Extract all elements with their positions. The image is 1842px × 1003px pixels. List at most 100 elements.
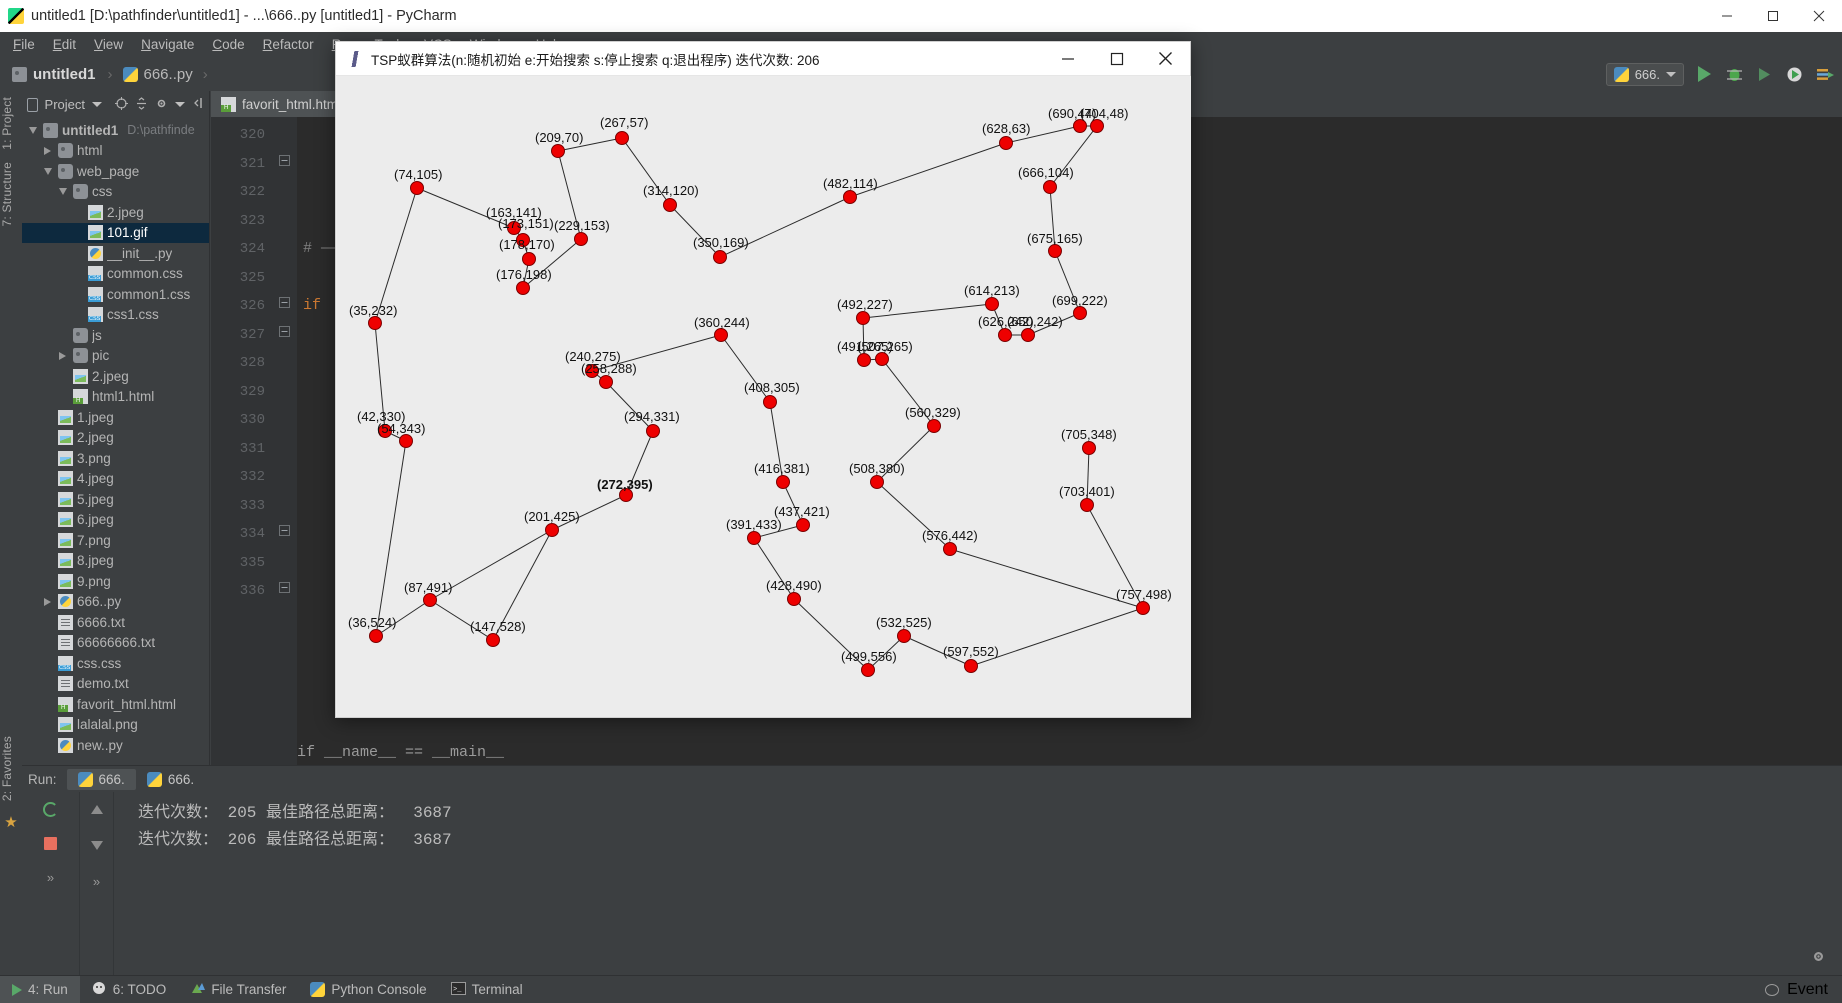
tree-item---init---py[interactable]: __init__.py xyxy=(22,243,209,264)
tree-item-2-jpeg[interactable]: 2.jpeg xyxy=(22,366,209,387)
console-output[interactable]: 迭代次数： 205 最佳路径总距离： 3687 迭代次数： 206 最佳路径总距离… xyxy=(114,792,1842,975)
coverage-icon[interactable] xyxy=(1755,65,1774,84)
tree-item-common1-css[interactable]: common1.css xyxy=(22,284,209,305)
status-item-todo[interactable]: 6: TODO xyxy=(80,976,179,1003)
tree-item-101-gif[interactable]: 101.gif xyxy=(22,222,209,243)
fold-marker[interactable] xyxy=(273,402,297,431)
tree-item-8-jpeg[interactable]: 8.jpeg xyxy=(22,551,209,572)
tree-item-html[interactable]: html xyxy=(22,141,209,162)
tree-item-4-jpeg[interactable]: 4.jpeg xyxy=(22,469,209,490)
project-file-tree[interactable]: untitled1 D:\pathfinde html web_page css 2.jp… xyxy=(22,118,209,756)
tree-item-untitled1[interactable]: untitled1 D:\pathfinde xyxy=(22,120,209,141)
tree-item-2-jpeg[interactable]: 2.jpeg xyxy=(22,428,209,449)
event-log-icon[interactable] xyxy=(1765,983,1780,996)
status-item-python-console[interactable]: Python Console xyxy=(298,976,438,1003)
breadcrumb-project[interactable]: untitled1 xyxy=(0,62,106,87)
editor-fold-column[interactable] xyxy=(273,117,328,765)
status-item-file-transfer[interactable]: File Transfer xyxy=(178,976,298,1003)
tool-window-button-favorites[interactable]: 2: Favorites xyxy=(0,730,14,807)
tsp-canvas[interactable]: (690,44) (704,48) (267,57) (628,63) (209,70)… xyxy=(337,76,1191,717)
collapse-arrow-icon[interactable] xyxy=(56,188,69,196)
tool-window-button-structure[interactable]: 7: Structure xyxy=(0,156,14,232)
tree-item-css-css[interactable]: css.css xyxy=(22,653,209,674)
fold-marker[interactable] xyxy=(273,174,297,203)
rerun-icon[interactable] xyxy=(40,798,62,820)
tree-item-3-png[interactable]: 3.png xyxy=(22,448,209,469)
tree-item-favorit-html-html[interactable]: favorit_html.html xyxy=(22,694,209,715)
menu-item-refactor[interactable]: Refactor xyxy=(254,34,323,55)
chevron-down-icon[interactable] xyxy=(92,102,102,107)
stop-icon[interactable] xyxy=(40,832,62,854)
fold-marker[interactable] xyxy=(273,545,297,574)
tsp-close-button[interactable] xyxy=(1141,42,1190,76)
expand-arrow-icon[interactable] xyxy=(56,351,69,360)
menu-item-edit[interactable]: Edit xyxy=(44,34,85,55)
tree-item-6666-txt[interactable]: 6666.txt xyxy=(22,612,209,633)
status-item-run[interactable]: 4: Run xyxy=(0,975,80,1003)
tree-item-js[interactable]: js xyxy=(22,325,209,346)
tree-item-html1-html[interactable]: html1.html xyxy=(22,387,209,408)
gear-icon[interactable] xyxy=(155,97,168,113)
status-item-terminal[interactable]: >_ Terminal xyxy=(439,976,535,1003)
locate-icon[interactable] xyxy=(115,96,128,113)
run-tab-1[interactable]: 666. xyxy=(136,769,205,790)
fold-marker[interactable] xyxy=(273,459,297,488)
maximize-button[interactable] xyxy=(1750,0,1796,32)
fold-marker[interactable] xyxy=(273,146,297,175)
fold-marker[interactable] xyxy=(273,374,297,403)
tree-item-new--py[interactable]: new..py xyxy=(22,735,209,756)
tree-item-common-css[interactable]: common.css xyxy=(22,264,209,285)
close-button[interactable] xyxy=(1796,0,1842,32)
tree-item-2-jpeg[interactable]: 2.jpeg xyxy=(22,202,209,223)
minimize-button[interactable] xyxy=(1704,0,1750,32)
chevron-down-icon-2[interactable] xyxy=(175,102,185,107)
tree-item-66666666-txt[interactable]: 66666666.txt xyxy=(22,633,209,654)
fold-marker[interactable] xyxy=(273,345,297,374)
run-configuration-selector[interactable]: 666. xyxy=(1605,62,1684,86)
run-icon[interactable] xyxy=(1695,65,1714,84)
debug-icon[interactable] xyxy=(1725,65,1744,84)
collapse-all-icon[interactable] xyxy=(135,96,148,113)
fold-marker[interactable] xyxy=(273,317,297,346)
fold-marker[interactable] xyxy=(273,573,297,602)
run-tab-0[interactable]: 666. xyxy=(66,768,136,790)
tree-item-1-jpeg[interactable]: 1.jpeg xyxy=(22,407,209,428)
fold-marker[interactable] xyxy=(273,431,297,460)
more-actions-icon-2[interactable]: » xyxy=(86,870,108,892)
fold-marker[interactable] xyxy=(273,260,297,289)
tree-item-pic[interactable]: pic xyxy=(22,346,209,367)
tsp-maximize-button[interactable] xyxy=(1092,42,1141,76)
tree-item-6-jpeg[interactable]: 6.jpeg xyxy=(22,510,209,531)
fold-marker[interactable] xyxy=(273,203,297,232)
scroll-up-icon[interactable] xyxy=(86,798,108,820)
tree-item-web-page[interactable]: web_page xyxy=(22,161,209,182)
tree-item-demo-txt[interactable]: demo.txt xyxy=(22,674,209,695)
tool-window-button-project[interactable]: 1: Project xyxy=(0,91,14,156)
fold-marker[interactable] xyxy=(273,488,297,517)
settings-gear-icon[interactable] xyxy=(1811,949,1826,969)
menu-item-file[interactable]: File xyxy=(4,34,44,55)
menu-item-code[interactable]: Code xyxy=(203,34,253,55)
scroll-down-icon[interactable] xyxy=(86,834,108,856)
tsp-minimize-button[interactable] xyxy=(1043,42,1092,76)
tree-item-7-png[interactable]: 7.png xyxy=(22,530,209,551)
expand-arrow-icon[interactable] xyxy=(41,597,54,606)
more-actions-icon[interactable]: » xyxy=(40,866,62,888)
collapse-arrow-icon[interactable] xyxy=(26,126,39,134)
fold-marker[interactable] xyxy=(273,231,297,260)
tree-item-9-png[interactable]: 9.png xyxy=(22,571,209,592)
tree-item-666--py[interactable]: 666..py xyxy=(22,592,209,613)
collapse-arrow-icon[interactable] xyxy=(41,167,54,175)
fold-marker[interactable] xyxy=(273,516,297,545)
menu-item-navigate[interactable]: Navigate xyxy=(132,34,203,55)
tree-item-5-jpeg[interactable]: 5.jpeg xyxy=(22,489,209,510)
menu-item-view[interactable]: View xyxy=(85,34,132,55)
attach-process-icon[interactable] xyxy=(1815,65,1834,84)
tree-item-lalalal-png[interactable]: lalalal.png xyxy=(22,715,209,736)
tree-item-css1-css[interactable]: css1.css xyxy=(22,305,209,326)
fold-marker[interactable] xyxy=(273,288,297,317)
expand-arrow-icon[interactable] xyxy=(41,146,54,155)
profile-icon[interactable] xyxy=(1785,65,1804,84)
tree-item-css[interactable]: css xyxy=(22,182,209,203)
editor-tab-favorit-html[interactable]: favorit_html.html xyxy=(211,91,352,117)
